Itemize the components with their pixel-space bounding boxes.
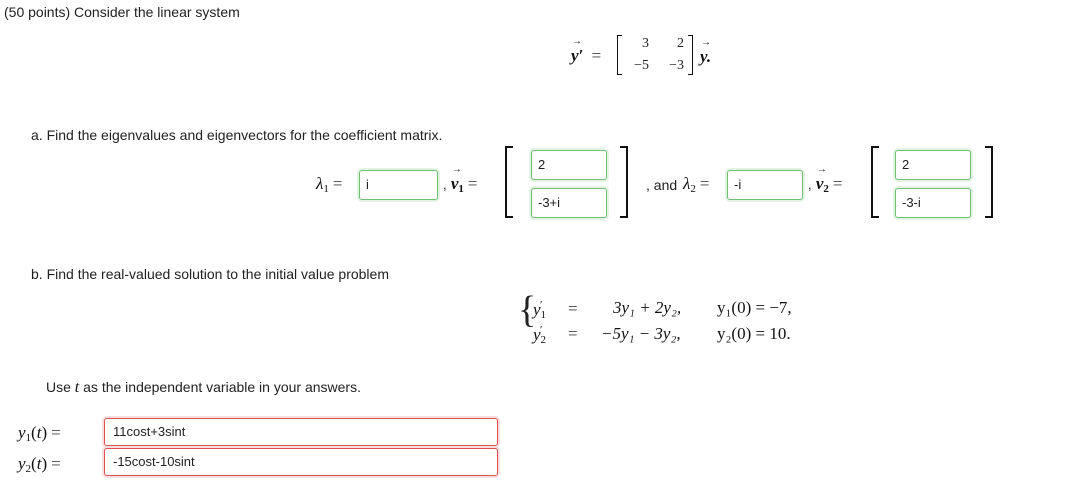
- system-rhs: y.: [700, 37, 711, 67]
- v2-label: , v2=: [808, 164, 847, 195]
- eq1-equals: =: [568, 299, 578, 318]
- eq1-lhs: y1′: [533, 299, 547, 321]
- y1-answer-input[interactable]: 11cost+3sint: [104, 418, 498, 446]
- v2-component-1-input[interactable]: 2: [895, 150, 971, 180]
- eq2-lhs: y2′: [533, 324, 547, 346]
- v1-component-1-input[interactable]: 2: [531, 150, 607, 180]
- v1-label: , v1=: [443, 164, 482, 195]
- instruction-text: Use t as the independent variable in you…: [46, 379, 361, 397]
- system-equation: y′ =: [571, 36, 605, 66]
- v2-component-2-input[interactable]: -3-i: [895, 188, 971, 218]
- eq2-equals: =: [568, 324, 578, 343]
- eq1-rhs: 3y₁ + 2y₂,: [613, 298, 682, 317]
- v1-right-bracket: [620, 146, 628, 218]
- system-lhs: y′: [571, 36, 583, 66]
- instruction-prefix: Use: [46, 379, 71, 395]
- instruction-variable: t: [74, 379, 80, 396]
- v1-component-2-input[interactable]: -3+i: [531, 188, 607, 218]
- lambda2-label: λ2 =: [683, 174, 710, 195]
- v2-left-bracket: [871, 146, 879, 218]
- part-a-prompt: a. Find the eigenvalues and eigenvectors…: [31, 127, 443, 143]
- matrix-cell: −5: [634, 58, 649, 73]
- lambda2-input[interactable]: -i: [727, 170, 803, 200]
- initial-condition-2: y₂(0) = 10.: [717, 324, 791, 343]
- initial-condition-1: y₁(0) = −7,: [717, 298, 792, 317]
- eq2-rhs: −5y₁ − 3y₂,: [601, 324, 681, 343]
- question-header: (50 points) Consider the linear system: [4, 4, 240, 20]
- matrix-cell: 2: [677, 36, 684, 51]
- lambda1-input[interactable]: i: [359, 170, 438, 200]
- v2-right-bracket: [985, 146, 993, 218]
- matrix-right-bracket: [688, 35, 693, 75]
- matrix-left-bracket: [617, 35, 622, 75]
- and-text: , and: [646, 177, 678, 193]
- lambda1-label: λ1 =: [316, 174, 343, 195]
- instruction-suffix: as the independent variable in your answ…: [83, 379, 361, 395]
- y1-label: y1(t) =: [18, 423, 61, 444]
- y2-answer-input[interactable]: -15cost-10sint: [104, 448, 498, 476]
- v1-left-bracket: [505, 146, 513, 218]
- y2-label: y2(t) =: [18, 454, 61, 475]
- part-b-prompt: b. Find the real-valued solution to the …: [31, 266, 389, 282]
- matrix-cell: −3: [669, 58, 684, 73]
- matrix-cell: 3: [642, 36, 649, 51]
